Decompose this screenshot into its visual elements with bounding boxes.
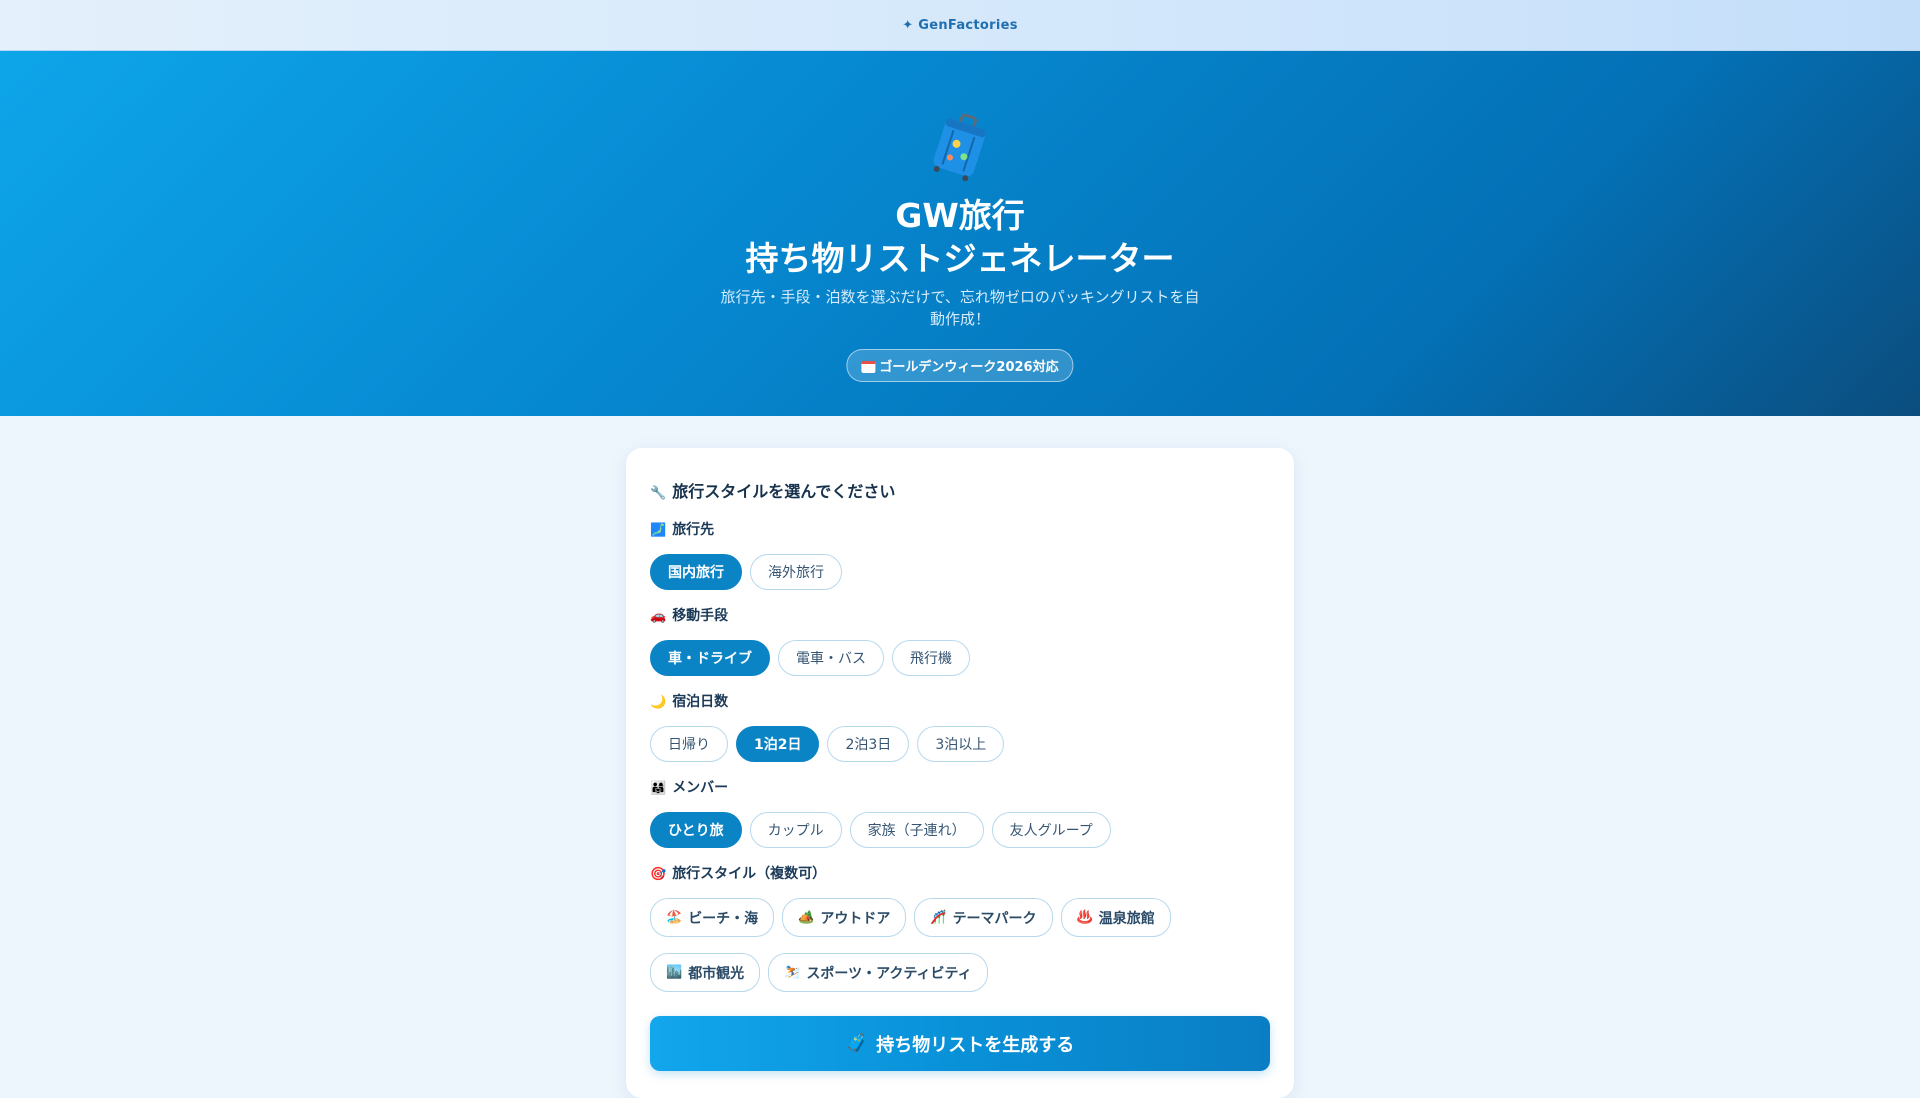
skier-icon: ⛷️	[784, 965, 801, 980]
option-1-night[interactable]: 1泊2日	[736, 726, 820, 762]
style-onsen[interactable]: ♨️ 温泉旅館	[1060, 898, 1171, 937]
style-city[interactable]: 🏙️ 都市観光	[650, 953, 761, 992]
style-outdoor[interactable]: 🏕️ アウトドア	[782, 898, 907, 937]
roller-coaster-icon: 🎢	[930, 910, 947, 925]
option-car[interactable]: 車・ドライブ	[650, 640, 770, 676]
transport-label-text: 移動手段	[672, 608, 729, 624]
form-title: 🔧 旅行スタイルを選んでください	[650, 478, 895, 502]
target-icon: 🎯	[650, 867, 667, 882]
option-airplane[interactable]: 飛行機	[892, 640, 970, 676]
beach-icon: 🏖️	[666, 910, 683, 925]
transport-label: 🚗 移動手段	[650, 606, 970, 626]
style-sports-label: スポーツ・アクティビティ	[806, 965, 972, 982]
travel-form-card: 🔧 旅行スタイルを選んでください 🗾 旅行先 国内旅行 海外旅行 🚗 移動手段 車・ド…	[626, 448, 1294, 1098]
nights-label-text: 宿泊日数	[672, 694, 729, 710]
style-beach-label: ビーチ・海	[688, 910, 759, 927]
generate-list-button[interactable]: 🧳 持ち物リストを生成する	[650, 1016, 1270, 1071]
nights-options: 日帰り 1泊2日 2泊3日 3泊以上	[650, 726, 1005, 762]
option-couple[interactable]: カップル	[749, 812, 842, 848]
brand-logo[interactable]: ✦ GenFactories	[902, 18, 1018, 33]
members-label-text: メンバー	[672, 780, 729, 796]
option-friends[interactable]: 友人グループ	[991, 812, 1111, 848]
style-theme-park-label: テーマパーク	[952, 910, 1037, 927]
nights-section: 🌙 宿泊日数 日帰り 1泊2日 2泊3日 3泊以上	[650, 692, 1005, 762]
wrench-icon: 🔧	[650, 486, 667, 501]
destination-section: 🗾 旅行先 国内旅行 海外旅行	[650, 520, 842, 590]
hot-springs-icon: ♨️	[1076, 910, 1093, 925]
transport-options: 車・ドライブ 電車・バス 飛行機	[650, 640, 970, 676]
hero-description: 旅行先・手段・泊数を選ぶだけで、忘れ物ゼロのパッキングリストを自動作成！	[720, 288, 1200, 328]
option-overseas[interactable]: 海外旅行	[750, 554, 842, 590]
luggage-icon: 🧳	[845, 1033, 869, 1054]
page-title-line1: GW旅行	[895, 196, 1025, 235]
calendar-icon	[861, 361, 876, 373]
moon-icon: 🌙	[650, 695, 667, 710]
style-outdoor-label: アウトドア	[820, 910, 891, 927]
option-day-trip[interactable]: 日帰り	[650, 726, 728, 762]
members-section: 👨‍👩‍👧 メンバー ひとり旅 カップル 家族（子連れ） 友人グループ	[650, 778, 1111, 848]
styles-section: 🎯 旅行スタイル（複数可） 🏖️ ビーチ・海 🏕️ アウトドア 🎢 テーマパーク ♨️ 温…	[650, 864, 1270, 992]
members-label: 👨‍👩‍👧 メンバー	[650, 778, 1111, 798]
destination-label: 🗾 旅行先	[650, 520, 842, 540]
members-options: ひとり旅 カップル 家族（子連れ） 友人グループ	[650, 812, 1111, 848]
destination-options: 国内旅行 海外旅行	[650, 554, 842, 590]
top-bar: ✦ GenFactories	[0, 0, 1920, 51]
style-sports[interactable]: ⛷️ スポーツ・アクティビティ	[768, 953, 988, 992]
page-title-line2: 持ち物リストジェネレーター	[745, 239, 1175, 278]
style-beach[interactable]: 🏖️ ビーチ・海	[650, 898, 775, 937]
gw-badge: ゴールデンウィーク2026対応	[846, 349, 1074, 382]
generate-list-label: 持ち物リストを生成する	[876, 1034, 1075, 1056]
option-family[interactable]: 家族（子連れ）	[849, 812, 984, 848]
styles-options-row1: 🏖️ ビーチ・海 🏕️ アウトドア 🎢 テーマパーク ♨️ 温泉旅館	[650, 898, 1270, 937]
camping-icon: 🏕️	[798, 910, 815, 925]
option-2-nights[interactable]: 2泊3日	[827, 726, 910, 762]
suitcase-icon	[933, 113, 987, 181]
destination-label-text: 旅行先	[672, 522, 715, 538]
styles-label-text: 旅行スタイル（複数可）	[672, 866, 827, 882]
option-domestic[interactable]: 国内旅行	[650, 554, 742, 590]
hero-section: GW旅行 持ち物リストジェネレーター 旅行先・手段・泊数を選ぶだけで、忘れ物ゼロ…	[0, 51, 1920, 416]
form-title-label: 旅行スタイルを選んでください	[672, 482, 896, 501]
option-solo[interactable]: ひとり旅	[650, 812, 742, 848]
nights-label: 🌙 宿泊日数	[650, 692, 1004, 712]
option-train-bus[interactable]: 電車・バス	[778, 640, 884, 676]
style-city-label: 都市観光	[688, 965, 745, 982]
style-onsen-label: 温泉旅館	[1098, 910, 1155, 927]
city-icon: 🏙️	[666, 965, 683, 980]
transport-section: 🚗 移動手段 車・ドライブ 電車・バス 飛行機	[650, 606, 970, 676]
styles-label: 🎯 旅行スタイル（複数可）	[650, 864, 1270, 884]
styles-options-row2: 🏙️ 都市観光 ⛷️ スポーツ・アクティビティ	[650, 953, 1270, 992]
gw-badge-label: ゴールデンウィーク2026対応	[879, 360, 1059, 375]
car-icon: 🚗	[650, 609, 667, 624]
page-title: GW旅行 持ち物リストジェネレーター	[0, 194, 1920, 280]
map-icon: 🗾	[650, 523, 667, 538]
style-theme-park[interactable]: 🎢 テーマパーク	[914, 898, 1053, 937]
option-3-nights-plus[interactable]: 3泊以上	[917, 726, 1005, 762]
family-icon: 👨‍👩‍👧	[650, 781, 667, 796]
